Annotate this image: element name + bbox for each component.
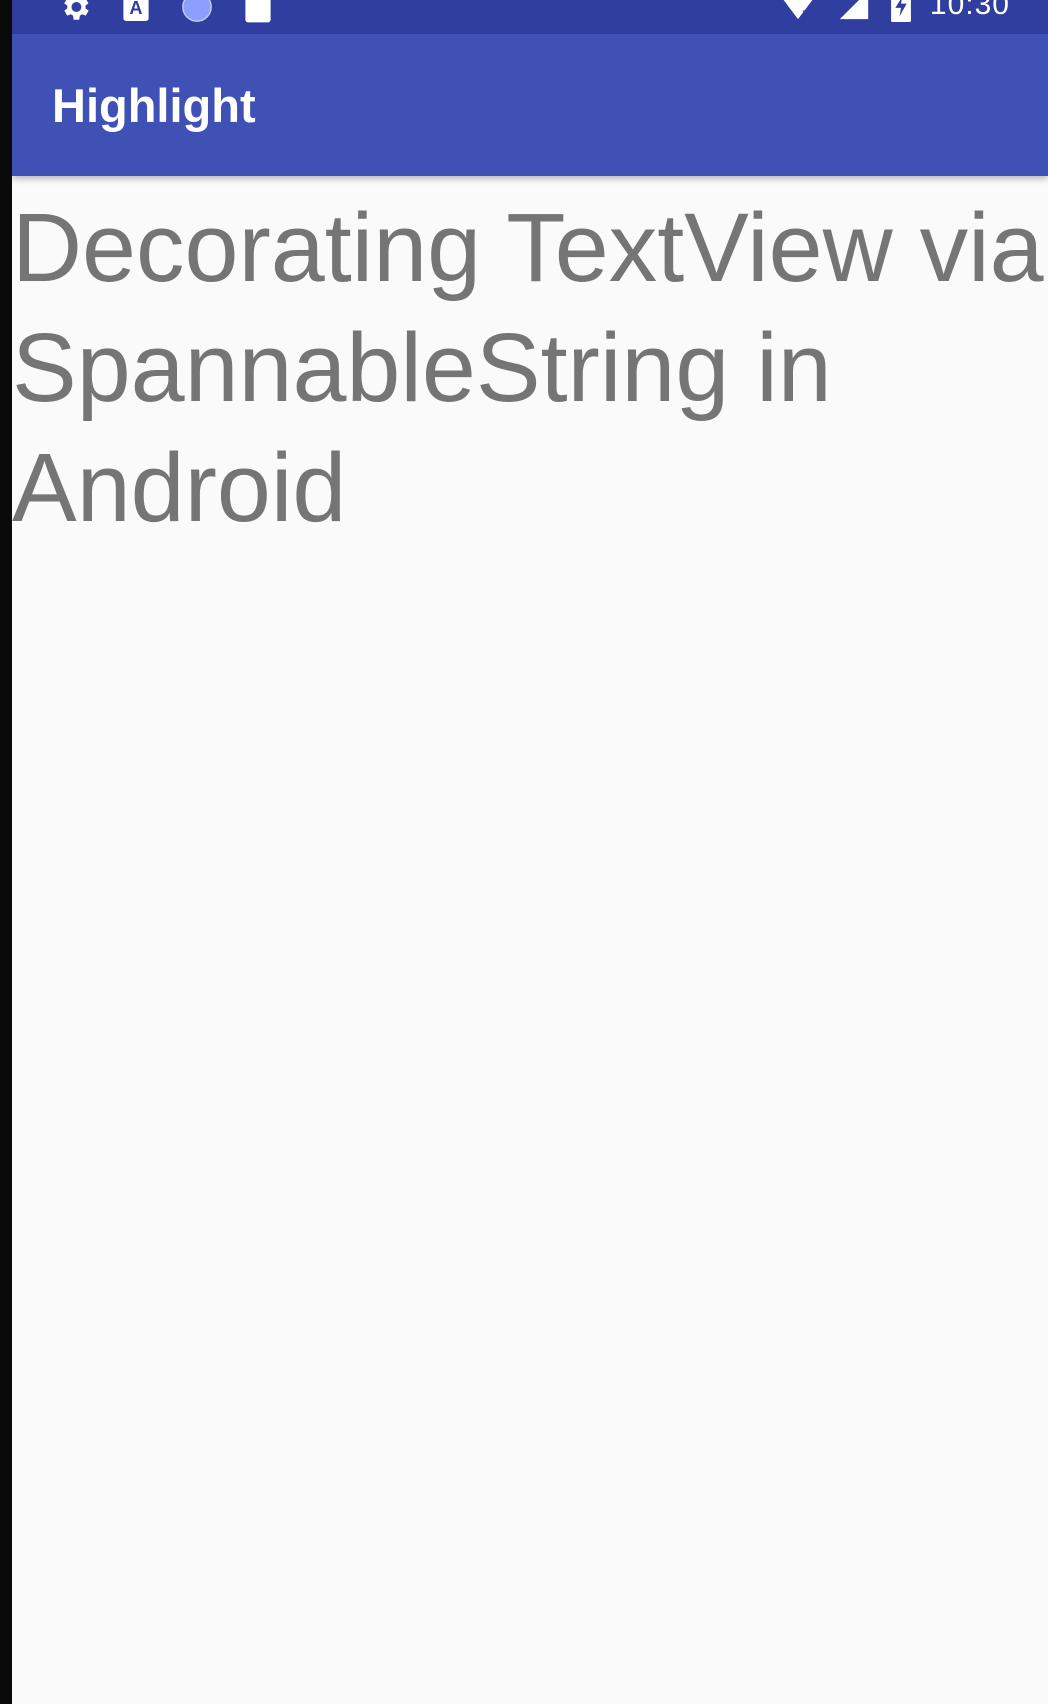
status-clock: 10:30 <box>929 0 1010 21</box>
text-a-icon: A <box>122 0 150 24</box>
main-content: Decorating TextView via SpannableString … <box>12 188 1048 548</box>
signal-icon <box>836 0 872 22</box>
battery-charging-icon <box>890 0 912 22</box>
svg-text:x: x <box>802 6 811 22</box>
app-toolbar: Highlight <box>12 34 1048 176</box>
status-bar-system-icons: x 10:30 <box>778 0 1010 23</box>
circle-icon <box>180 0 214 24</box>
sd-card-icon <box>244 0 272 24</box>
phone-screen: A x 10:30 Highlight Decorating TextView … <box>12 0 1048 1704</box>
status-bar: A x 10:30 <box>12 0 1048 34</box>
settings-icon <box>58 0 92 24</box>
device-bezel-left <box>0 0 12 1704</box>
svg-text:A: A <box>129 0 142 18</box>
wifi-off-icon: x <box>778 0 818 23</box>
app-title: Highlight <box>52 79 256 132</box>
status-bar-notification-icons: A <box>58 0 272 24</box>
decorated-textview: Decorating TextView via SpannableString … <box>12 193 1044 542</box>
